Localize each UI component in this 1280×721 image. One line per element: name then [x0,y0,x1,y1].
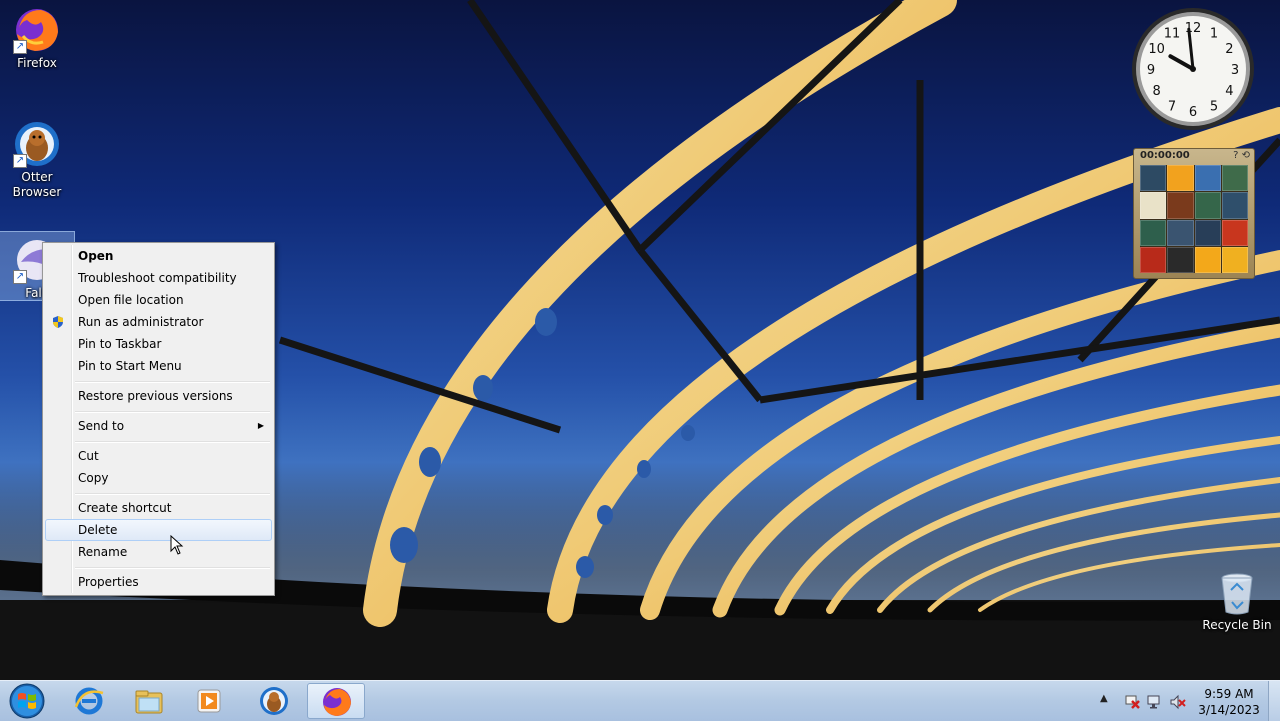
menu-item-pin-to-start-menu[interactable]: Pin to Start Menu [45,355,272,377]
submenu-arrow-icon: ▶ [257,421,264,430]
puzzle-tile[interactable] [1221,165,1248,192]
show-hidden-icons-icon[interactable]: ▲ [1100,693,1116,709]
clock-number: 4 [1225,84,1233,99]
puzzle-tile[interactable] [1221,219,1248,246]
puzzle-tile[interactable] [1167,192,1194,219]
network-icon[interactable] [1147,694,1163,710]
menu-separator [75,441,270,443]
menu-item-create-shortcut[interactable]: Create shortcut [45,497,272,519]
taskbar-firefox[interactable] [307,683,365,719]
menu-item-rename[interactable]: Rename [45,541,272,563]
firefox-icon: ↗ [13,6,61,54]
desktop-icon-label: Firefox [17,56,57,70]
puzzle-tile[interactable] [1194,165,1221,192]
menu-item-delete[interactable]: Delete [45,519,272,541]
desktop-icon-firefox[interactable]: ↗ Firefox [0,6,74,71]
taskbar-time: 9:59 AM [1204,687,1254,701]
menu-item-copy[interactable]: Copy [45,467,272,489]
puzzle-tile[interactable] [1167,165,1194,192]
shortcut-arrow-icon: ↗ [13,40,27,54]
clock-number: 9 [1147,63,1155,78]
otter-browser-icon: ↗ [13,120,61,168]
show-desktop-button[interactable] [1268,681,1280,721]
otter-browser-icon [260,687,288,715]
clock-number: 5 [1210,99,1218,114]
action-center-icon[interactable] [1124,694,1140,710]
clock-number: 11 [1164,27,1181,42]
desktop[interactable]: ↗ Firefox ↗ Otter Browser ↗ Falk Recycle… [0,0,1280,680]
firefox-icon [323,688,351,716]
puzzle-tile[interactable] [1167,219,1194,246]
puzzle-tile[interactable] [1194,192,1221,219]
puzzle-tile[interactable] [1140,165,1167,192]
clock-number: 3 [1231,63,1239,78]
menu-item-run-as-administrator[interactable]: Run as administrator [45,311,272,333]
taskbar-media-player[interactable] [180,683,238,719]
help-icon[interactable]: ? [1233,150,1238,161]
recycle-bin-icon [1217,572,1257,616]
menu-separator [75,381,270,383]
internet-explorer-icon [74,687,104,715]
menu-item-restore-previous-versions[interactable]: Restore previous versions [45,385,272,407]
puzzle-tile[interactable] [1140,192,1167,219]
start-button[interactable] [4,682,50,720]
menu-separator [75,411,270,413]
windows-explorer-icon [135,690,163,714]
clock-number: 10 [1148,42,1165,57]
puzzle-tile[interactable] [1221,246,1248,273]
mouse-cursor-icon [170,535,184,555]
menu-item-cut[interactable]: Cut [45,445,272,467]
clock-number: 1 [1210,27,1218,42]
puzzle-timer: 00:00:00 [1140,150,1190,161]
taskbar-otter-browser[interactable] [245,683,303,719]
options-icon[interactable]: ⟲ [1242,150,1250,161]
menu-separator [75,493,270,495]
puzzle-tile[interactable] [1194,219,1221,246]
clock-number: 2 [1225,42,1233,57]
taskbar-internet-explorer[interactable] [60,683,118,719]
menu-separator [75,567,270,569]
puzzle-tile[interactable] [1221,192,1248,219]
puzzle-tile[interactable] [1140,219,1167,246]
puzzle-tile[interactable] [1140,246,1167,273]
picture-puzzle-gadget[interactable]: 00:00:00 ? ⟲ [1133,148,1255,279]
clock-number: 12 [1185,21,1202,36]
desktop-icon-label: Otter Browser [12,170,62,199]
clock-number: 7 [1168,99,1176,114]
clock-number: 8 [1152,84,1160,99]
desktop-icon-otter-browser[interactable]: ↗ Otter Browser [0,120,74,200]
clock-number: 6 [1189,105,1197,120]
menu-item-send-to[interactable]: Send to ▶ [45,415,272,437]
uac-shield-icon [53,316,63,328]
menu-item-properties[interactable]: Properties [45,571,272,593]
taskbar-date: 3/14/2023 [1198,703,1260,717]
menu-item-open-file-location[interactable]: Open file location [45,289,272,311]
taskbar[interactable]: ▲ 9:59 AM 3/14/2023 [0,680,1280,721]
menu-item-pin-to-taskbar[interactable]: Pin to Taskbar [45,333,272,355]
volume-muted-icon[interactable] [1170,694,1186,710]
puzzle-tile[interactable] [1194,246,1221,273]
puzzle-grid[interactable] [1140,165,1248,273]
menu-item-open[interactable]: Open [45,245,272,267]
puzzle-controls[interactable]: ? ⟲ [1233,150,1250,161]
context-menu[interactable]: Open Troubleshoot compatibility Open fil… [42,242,275,596]
taskbar-windows-explorer[interactable] [120,683,178,719]
menu-item-troubleshoot-compatibility[interactable]: Troubleshoot compatibility [45,267,272,289]
clock-gadget[interactable]: 12 12 3 45678 9 1011 [1130,6,1256,132]
shortcut-arrow-icon: ↗ [13,270,27,284]
shortcut-arrow-icon: ↗ [13,154,27,168]
taskbar-clock[interactable]: 9:59 AM 3/14/2023 [1196,686,1262,718]
desktop-icon-label: Recycle Bin [1202,618,1272,632]
puzzle-tile[interactable] [1167,246,1194,273]
media-player-icon [197,689,221,713]
desktop-icon-recycle-bin[interactable]: Recycle Bin [1200,572,1274,633]
